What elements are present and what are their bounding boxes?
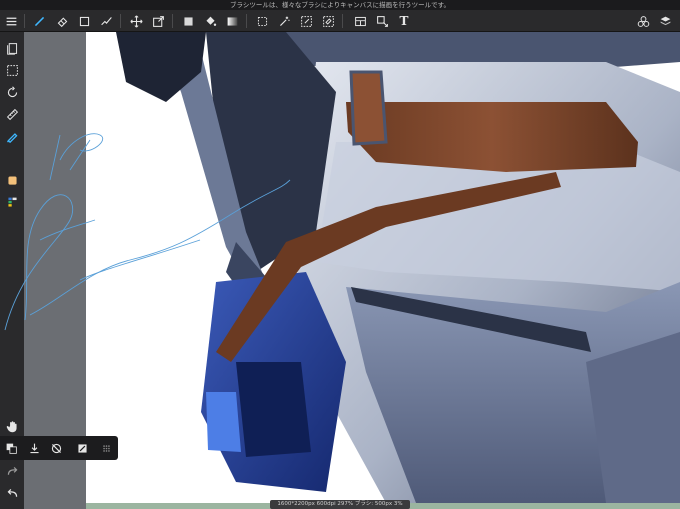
fill-mode-icon[interactable] [73, 439, 91, 457]
material-icon[interactable] [634, 12, 652, 30]
operation-icon[interactable] [373, 12, 391, 30]
square-icon[interactable] [75, 12, 93, 30]
undo-icon[interactable] [3, 484, 21, 502]
blur-icon[interactable] [97, 12, 115, 30]
move-icon[interactable] [127, 12, 145, 30]
select-eraser-icon[interactable] [319, 12, 337, 30]
canvas-status: 1600*2200px 600dpi 297% ブラシ: 500px 3% [270, 500, 410, 509]
rotate-icon[interactable] [3, 83, 21, 101]
select-rect-icon[interactable] [253, 12, 271, 30]
tool-tip-bar: ブラシツールは、様々なブラシによりキャンバスに描画を行うツールです。 [0, 0, 680, 10]
frame-divider-icon[interactable] [351, 12, 369, 30]
menu-icon[interactable] [2, 12, 20, 30]
import-icon[interactable] [25, 439, 43, 457]
redo-icon[interactable] [3, 462, 21, 480]
drawing-canvas[interactable] [86, 32, 680, 503]
selection-icon[interactable] [3, 61, 21, 79]
brush-icon[interactable] [30, 12, 48, 30]
bucket-icon[interactable] [201, 12, 219, 30]
transform-icon[interactable] [149, 12, 167, 30]
gradient-icon[interactable] [223, 12, 241, 30]
hand-icon[interactable] [3, 417, 21, 435]
eraser-icon[interactable] [53, 12, 71, 30]
artwork [116, 32, 680, 503]
magic-wand-icon[interactable] [275, 12, 293, 30]
select-pen-icon[interactable] [297, 12, 315, 30]
pen-icon[interactable] [3, 127, 21, 145]
palette-icon[interactable] [3, 193, 21, 211]
layers-icon[interactable] [656, 12, 674, 30]
grid-icon[interactable] [97, 439, 115, 457]
ruler-icon[interactable] [3, 105, 21, 123]
fill-color-icon[interactable] [179, 12, 197, 30]
text-icon[interactable]: T [395, 12, 413, 30]
pages-icon[interactable] [3, 39, 21, 57]
color-swap-icon[interactable] [2, 439, 20, 457]
main-toolbar: T [0, 10, 680, 32]
no-snap-icon[interactable] [47, 439, 65, 457]
color-swatch-icon[interactable] [3, 171, 21, 189]
bottom-tool-panel [0, 436, 118, 460]
